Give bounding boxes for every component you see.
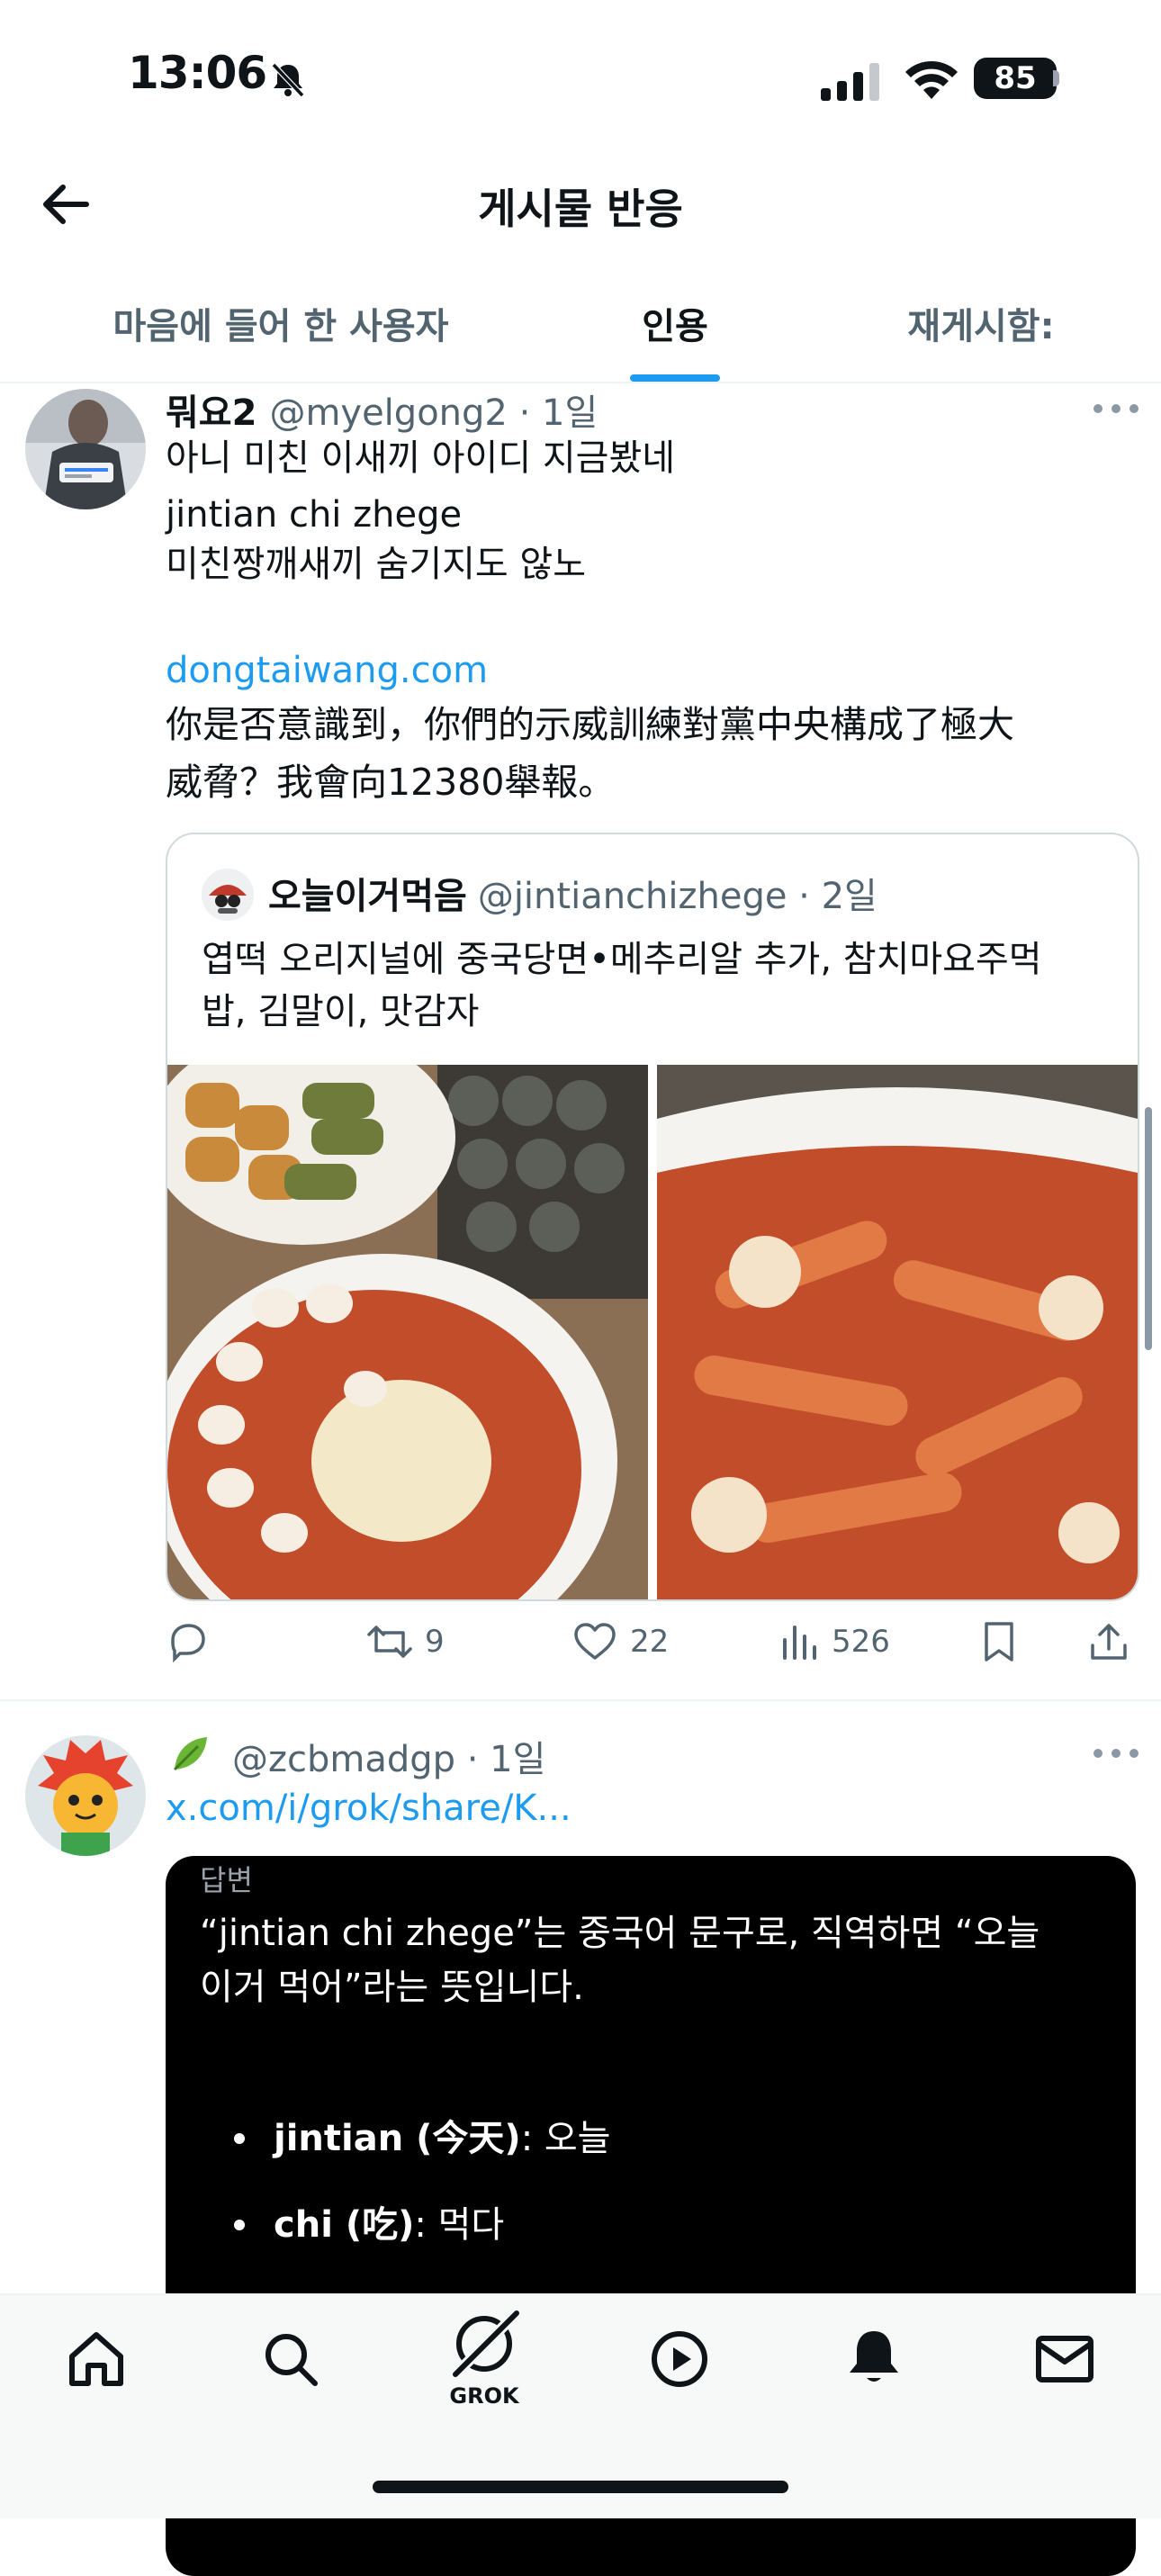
grok-text-line: “jintian chi zhege”는 중국어 문구로, 직역하면 “오늘 bbox=[200, 1913, 1040, 1954]
tab-quotes[interactable]: 인용 bbox=[621, 297, 729, 349]
bullet-dot bbox=[234, 2133, 245, 2144]
post-author-handle[interactable]: @zcbmadgp · 1일 bbox=[232, 1730, 545, 1782]
battery-cap bbox=[1053, 70, 1059, 86]
post-text-line: 미친짱깨새끼 숨기지도 않노 bbox=[166, 544, 587, 585]
like-button[interactable]: 22 bbox=[572, 1620, 669, 1663]
bell-slash-icon bbox=[271, 62, 305, 98]
status-time: 13:06 bbox=[128, 47, 267, 99]
quoted-text-line: 엽떡 오리지널에 중국당면•메추리알 추가, 참치마요주먹 bbox=[202, 939, 1042, 980]
avatar[interactable] bbox=[25, 389, 146, 509]
reply-button[interactable] bbox=[166, 1620, 209, 1663]
grok-tab[interactable]: GROK bbox=[439, 2309, 529, 2409]
repost-button[interactable]: 9 bbox=[367, 1620, 445, 1663]
post-text-line: 你是否意識到，你們的示威訓練對黨中央構成了極大 bbox=[166, 703, 1014, 746]
repost-icon bbox=[367, 1626, 412, 1658]
like-count: 22 bbox=[630, 1624, 670, 1660]
post-text-line: jintian chi zhege bbox=[166, 494, 463, 536]
avatar-image bbox=[25, 1735, 146, 1856]
grok-text-line: 이거 먹어”라는 뜻입니다. bbox=[200, 1967, 584, 2008]
quoted-author-handle: @jintianchizhege · 2일 bbox=[477, 876, 878, 917]
more-options-icon[interactable] bbox=[1091, 400, 1141, 418]
reply-icon bbox=[171, 1624, 205, 1663]
share-icon[interactable] bbox=[1087, 1620, 1130, 1663]
quoted-post-card[interactable]: 오늘이거먹음 @jintianchizhege · 2일 엽떡 오리지널에 중국… bbox=[166, 833, 1139, 1601]
repost-count: 9 bbox=[425, 1624, 445, 1660]
quoted-text-line: 밥, 김말이, 맛감자 bbox=[202, 991, 480, 1032]
messages-envelope-icon[interactable] bbox=[1033, 2328, 1096, 2391]
scrollbar[interactable] bbox=[1145, 1107, 1152, 1350]
quoted-photo-2[interactable] bbox=[657, 1065, 1138, 1599]
views-count: 526 bbox=[832, 1624, 890, 1660]
grok-bullet-item: chi (吃) : 먹다 bbox=[234, 2198, 504, 2252]
bullet-dot bbox=[234, 2220, 245, 2230]
grok-tab-label: GROK bbox=[449, 2383, 519, 2409]
views-chart-icon bbox=[783, 1626, 816, 1660]
quoted-avatar-image bbox=[202, 869, 254, 921]
post-author-handle[interactable]: @myelgong2 · 1일 bbox=[269, 383, 598, 436]
video-play-icon[interactable] bbox=[648, 2328, 711, 2391]
grok-bullet-meaning: : 오늘 bbox=[520, 2118, 611, 2159]
tab-reposts[interactable]: 재게시함: bbox=[882, 297, 1080, 349]
avatar[interactable] bbox=[25, 1735, 146, 1856]
post-author-name[interactable]: 뭐요2 bbox=[166, 383, 256, 436]
post-divider bbox=[0, 1699, 1161, 1701]
quoted-avatar bbox=[202, 869, 254, 921]
grok-bullet-term: jintian (今天) bbox=[274, 2118, 521, 2159]
avatar-image bbox=[25, 389, 146, 509]
back-arrow-icon[interactable] bbox=[38, 176, 94, 232]
views-button[interactable]: 526 bbox=[779, 1620, 890, 1663]
bookmark-icon[interactable] bbox=[979, 1620, 1019, 1663]
search-icon[interactable] bbox=[259, 2328, 322, 2391]
grok-answer-label: 답변 bbox=[200, 1863, 253, 1897]
grok-bullet-meaning: : 먹다 bbox=[414, 2204, 505, 2246]
grok-bullet-item: jintian (今天) : 오늘 bbox=[234, 2112, 610, 2166]
post-text-line: 威脅？我會向12380舉報。 bbox=[166, 761, 616, 804]
leaf-emoji-icon bbox=[173, 1737, 207, 1771]
post-link[interactable]: x.com/i/grok/share/K... bbox=[166, 1782, 572, 1834]
more-options-icon[interactable] bbox=[1091, 1744, 1141, 1762]
grok-bullet-term: chi (吃) bbox=[274, 2204, 415, 2246]
post-link[interactable]: dongtaiwang.com bbox=[166, 644, 488, 697]
heart-icon bbox=[574, 1623, 616, 1660]
grok-icon bbox=[451, 2309, 521, 2379]
tab-likes[interactable]: 마음에 들어 한 사용자 bbox=[101, 297, 461, 349]
active-tab-indicator bbox=[630, 374, 720, 382]
home-icon[interactable] bbox=[65, 2328, 128, 2391]
cellular-signal-icon bbox=[821, 63, 879, 101]
home-indicator[interactable] bbox=[373, 2481, 788, 2493]
quoted-author-name: 오늘이거먹음 bbox=[268, 876, 467, 917]
page-title: 게시물 반응 bbox=[478, 185, 683, 233]
battery-indicator: 85 bbox=[974, 58, 1057, 99]
post-text-line: 아니 미친 이새끼 아이디 지금봤네 bbox=[166, 437, 676, 479]
quoted-photo-1[interactable] bbox=[167, 1065, 648, 1599]
notifications-bell-icon[interactable] bbox=[842, 2326, 905, 2389]
wifi-icon bbox=[905, 60, 958, 99]
